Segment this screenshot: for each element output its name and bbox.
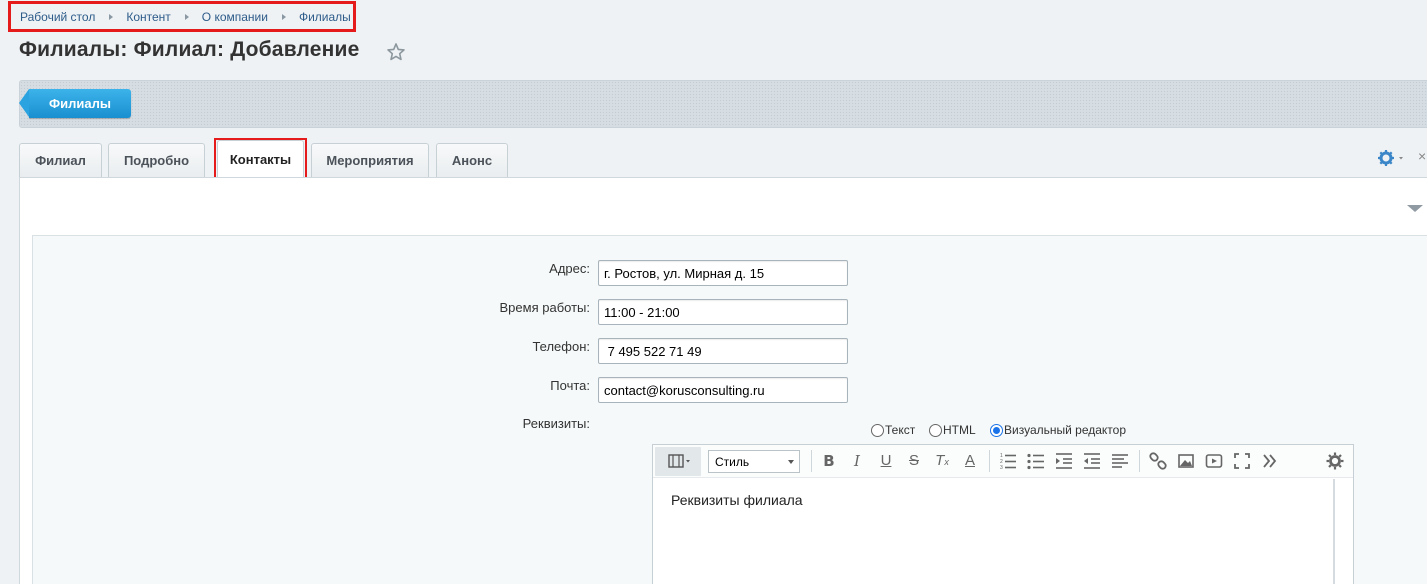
collapse-arrow-icon[interactable] xyxy=(1407,205,1423,212)
breadcrumb-item-branches[interactable]: Филиалы xyxy=(299,10,351,24)
email-input[interactable] xyxy=(598,377,848,403)
hours-input[interactable] xyxy=(598,299,848,325)
mode-visual-radio[interactable] xyxy=(990,423,1003,437)
breadcrumb-item-content[interactable]: Контент xyxy=(126,10,170,24)
phone-input[interactable] xyxy=(598,338,848,364)
unordered-list-icon[interactable] xyxy=(1026,451,1046,471)
breadcrumb-separator-icon xyxy=(281,13,286,20)
mode-html-radio[interactable] xyxy=(929,423,942,437)
more-icon[interactable] xyxy=(1260,451,1280,471)
breadcrumb-item-about[interactable]: О компании xyxy=(202,10,268,24)
mode-text-option[interactable]: Текст xyxy=(871,423,915,437)
toolbar-divider xyxy=(989,450,990,472)
link-icon[interactable] xyxy=(1148,451,1168,471)
email-label: Почта: xyxy=(550,378,590,393)
font-color-icon[interactable]: A xyxy=(960,451,980,471)
tab-branch[interactable]: Филиал xyxy=(19,143,102,177)
editor-scrollbar[interactable] xyxy=(1333,479,1335,584)
ordered-list-icon[interactable]: 123 xyxy=(998,451,1018,471)
page-title: Филиалы: Филиал: Добавление xyxy=(19,38,360,61)
outdent-icon[interactable] xyxy=(1082,451,1102,471)
hours-label: Время работы: xyxy=(499,300,590,315)
mode-html-label: HTML xyxy=(943,423,976,437)
toolbar-divider xyxy=(1139,450,1140,472)
settings-icon[interactable] xyxy=(1325,451,1345,471)
align-icon[interactable] xyxy=(1110,451,1130,471)
address-input[interactable] xyxy=(598,260,848,286)
strikethrough-icon[interactable]: S xyxy=(904,451,924,471)
fullscreen-icon[interactable] xyxy=(1232,451,1252,471)
mode-text-label: Текст xyxy=(885,423,916,437)
back-to-list-button[interactable]: Филиалы xyxy=(19,89,131,118)
tab-highlight-frame xyxy=(214,138,307,180)
phone-label: Телефон: xyxy=(532,339,590,354)
svg-text:3: 3 xyxy=(1000,465,1003,471)
chevron-down-icon xyxy=(788,460,794,464)
tab-details[interactable]: Подробно xyxy=(108,143,205,177)
gear-icon[interactable] xyxy=(1377,149,1405,167)
mode-visual-label: Визуальный редактор xyxy=(1004,423,1127,437)
tab-announcement[interactable]: Анонс xyxy=(436,143,508,177)
breadcrumb-item-desktop[interactable]: Рабочий стол xyxy=(20,10,95,24)
context-toolbar xyxy=(19,80,1427,128)
close-icon[interactable]: × xyxy=(1418,148,1427,166)
view-mode-icon[interactable] xyxy=(655,447,701,476)
style-select[interactable]: Стиль xyxy=(708,450,800,473)
breadcrumb-separator-icon xyxy=(109,13,114,20)
italic-icon[interactable]: I xyxy=(847,451,867,471)
image-icon[interactable] xyxy=(1176,451,1196,471)
address-label: Адрес: xyxy=(549,261,590,276)
star-icon[interactable] xyxy=(386,42,406,62)
indent-icon[interactable] xyxy=(1054,451,1074,471)
breadcrumb-separator-icon xyxy=(184,13,189,20)
clear-format-icon[interactable]: Tx xyxy=(932,451,952,471)
editor-content[interactable]: Реквизиты филиала xyxy=(671,492,803,508)
toolbar-divider xyxy=(811,450,812,472)
video-icon[interactable] xyxy=(1204,451,1224,471)
mode-text-radio[interactable] xyxy=(871,423,884,437)
mode-visual-option[interactable]: Визуальный редактор xyxy=(990,423,1126,437)
tab-events[interactable]: Мероприятия xyxy=(311,143,429,177)
requisites-label: Реквизиты: xyxy=(522,416,590,431)
style-select-value: Стиль xyxy=(715,454,750,469)
underline-icon[interactable]: U xyxy=(876,451,896,471)
mode-html-option[interactable]: HTML xyxy=(929,423,976,437)
breadcrumb: Рабочий стол Контент О компании Филиалы xyxy=(8,1,356,32)
bold-icon[interactable]: B xyxy=(819,451,839,471)
